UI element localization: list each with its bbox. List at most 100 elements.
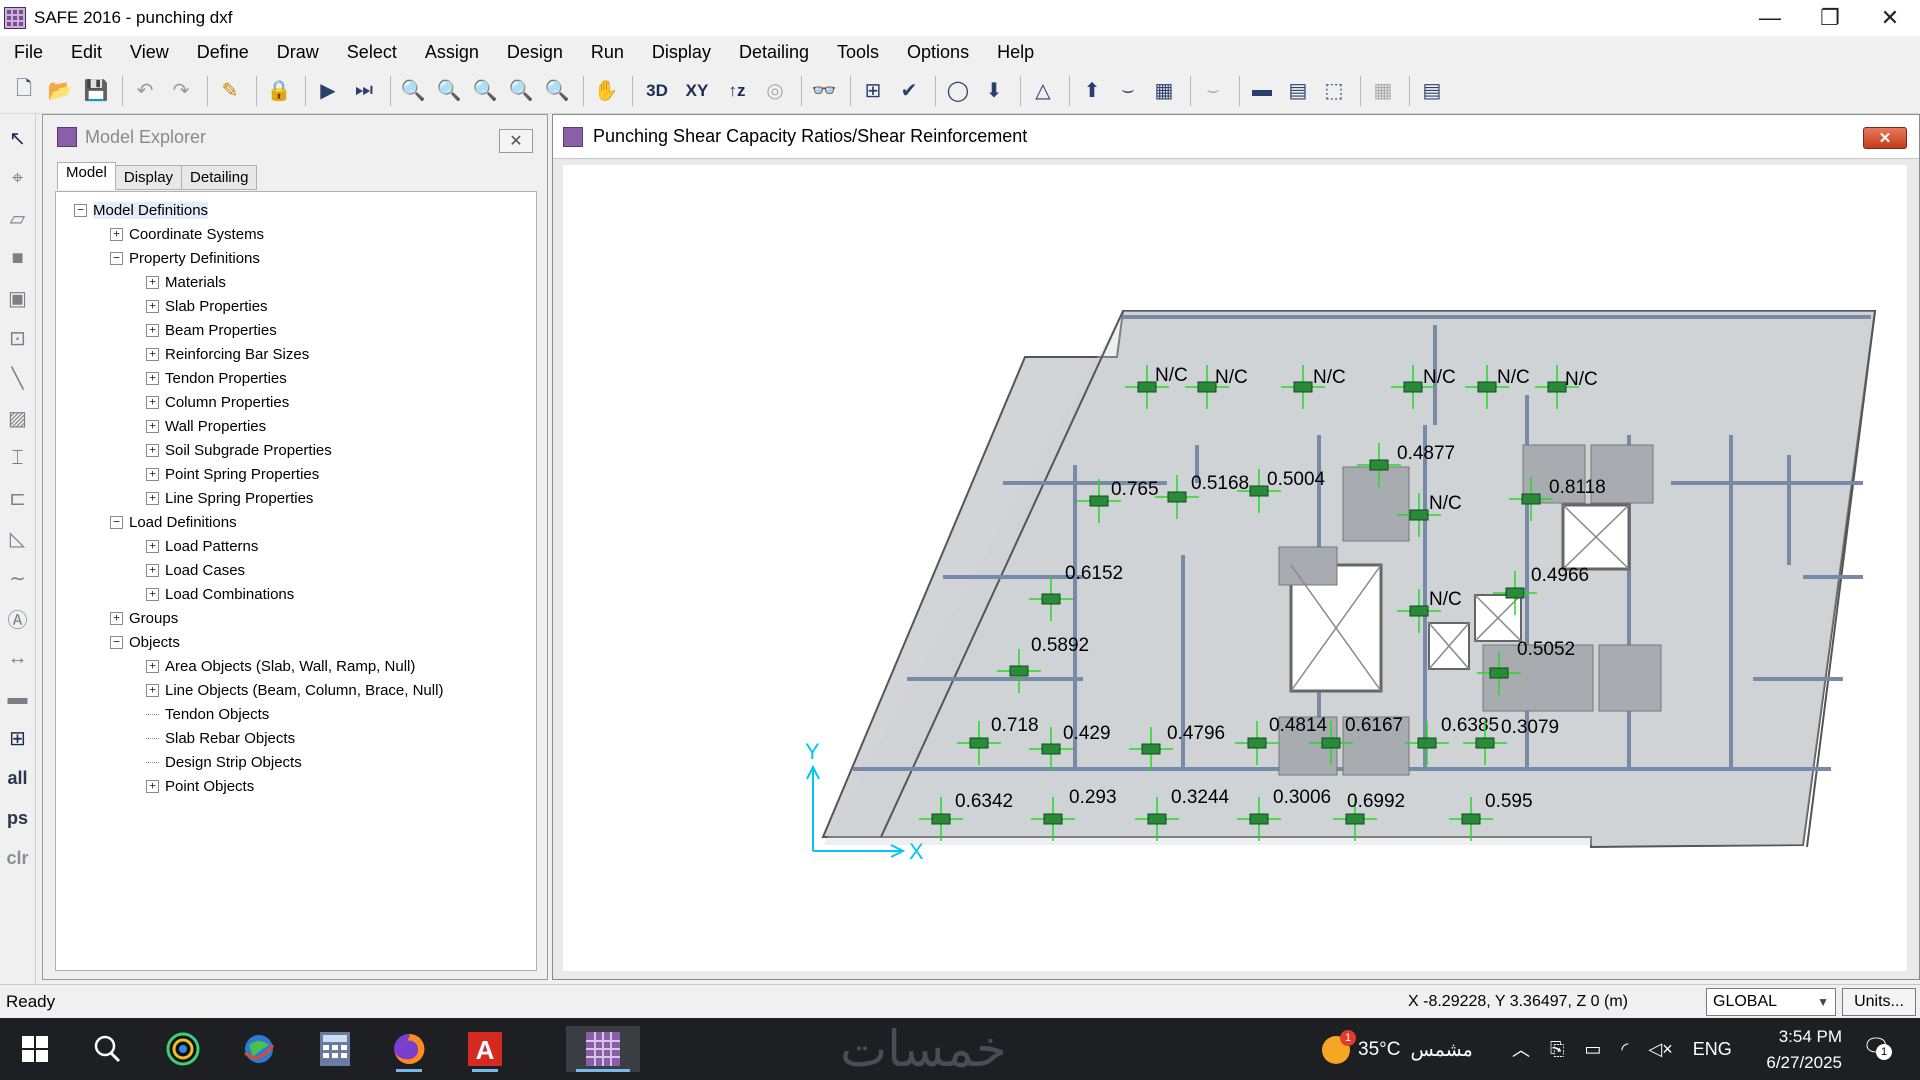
open-file-icon[interactable]: 📂 [44, 75, 76, 107]
tree-node[interactable]: + Point Objects [56, 774, 536, 798]
draw-strip-icon[interactable]: ⊏ [3, 480, 33, 516]
system-clock[interactable]: 3:54 PM 6/27/2025 [1746, 1024, 1842, 1076]
snap-icon[interactable]: ⊞ [3, 720, 33, 756]
show-reactions-icon[interactable]: ⬆ [1076, 75, 1108, 107]
menu-run[interactable]: Run [591, 42, 624, 63]
expand-icon[interactable]: + [146, 395, 159, 409]
draw-ramp-icon[interactable]: ◺ [3, 520, 33, 556]
expand-icon[interactable]: + [146, 683, 159, 697]
draw-beam-icon[interactable]: ⌶ [3, 440, 33, 476]
show-slab-design-icon[interactable]: ▤ [1282, 75, 1314, 107]
tree-node[interactable]: − Objects [56, 630, 536, 654]
tree-node[interactable]: − Property Definitions [56, 246, 536, 270]
safe-taskbar-icon[interactable] [566, 1026, 640, 1072]
select-all-button[interactable]: all [3, 760, 33, 796]
expand-icon[interactable]: + [146, 539, 159, 553]
menu-define[interactable]: Define [197, 42, 249, 63]
expand-icon[interactable]: + [110, 611, 123, 625]
coordinate-system-select[interactable]: GLOBAL ▼ [1706, 988, 1836, 1016]
expand-icon[interactable]: + [146, 371, 159, 385]
tree-node[interactable]: + Point Spring Properties [56, 462, 536, 486]
close-explorer-button[interactable]: ✕ [499, 129, 533, 153]
tree-node[interactable]: + Load Cases [56, 558, 536, 582]
tree-node[interactable]: − Model Definitions [56, 198, 536, 222]
tree-node[interactable]: + Wall Properties [56, 414, 536, 438]
zoom-in-icon[interactable]: 🔍 [505, 75, 537, 107]
view-z-button[interactable]: ↑z [719, 75, 755, 107]
autocad-icon[interactable]: A [462, 1026, 508, 1072]
globe-app-icon[interactable] [236, 1026, 282, 1072]
show-loads-icon[interactable]: ⬇ [978, 75, 1010, 107]
menu-help[interactable]: Help [997, 42, 1034, 63]
draw-area-icon[interactable]: ▱ [3, 200, 33, 236]
expand-icon[interactable]: + [146, 587, 159, 601]
show-undeformed-icon[interactable]: ◯ [942, 75, 974, 107]
draw-wall-icon[interactable]: ▨ [3, 400, 33, 436]
expand-icon[interactable]: + [146, 467, 159, 481]
restore-button[interactable]: ❐ [1800, 0, 1860, 36]
expand-icon[interactable]: + [146, 347, 159, 361]
tree-node[interactable]: + Coordinate Systems [56, 222, 536, 246]
show-punching-icon[interactable]: ⬚ [1318, 75, 1350, 107]
calculator-icon[interactable] [312, 1026, 358, 1072]
tree-node[interactable]: + Load Patterns [56, 534, 536, 558]
tree-node[interactable]: + Area Objects (Slab, Wall, Ramp, Null) [56, 654, 536, 678]
show-forces-icon[interactable]: ⌣ [1112, 75, 1144, 107]
tree-node[interactable]: + Beam Properties [56, 318, 536, 342]
expand-icon[interactable]: + [146, 299, 159, 313]
menu-draw[interactable]: Draw [277, 42, 319, 63]
show-strip-forces-icon[interactable]: ⌣ [1197, 75, 1229, 107]
menu-tools[interactable]: Tools [837, 42, 879, 63]
tree-node[interactable]: + Line Objects (Beam, Column, Brace, Null… [56, 678, 536, 702]
meet-now-icon[interactable]: ⎘ [1550, 1039, 1564, 1060]
expand-icon[interactable]: + [146, 659, 159, 673]
tree-node[interactable]: + Reinforcing Bar Sizes [56, 342, 536, 366]
show-slab-forces-icon[interactable]: ▦ [1148, 75, 1180, 107]
expand-icon[interactable]: + [146, 563, 159, 577]
expand-icon[interactable]: + [146, 419, 159, 433]
tree-node[interactable]: + Slab Properties [56, 294, 536, 318]
minimize-button[interactable]: — [1740, 0, 1800, 36]
tree-node[interactable]: + Soil Subgrade Properties [56, 438, 536, 462]
clear-selection-button[interactable]: clr [3, 840, 33, 876]
check-model-icon[interactable]: ✔ [893, 75, 925, 107]
tree-node[interactable]: − Load Definitions [56, 510, 536, 534]
windows-start-icon[interactable] [12, 1026, 58, 1072]
menu-display[interactable]: Display [652, 42, 711, 63]
draw-quick-area-icon[interactable]: ▣ [3, 280, 33, 316]
previous-selection-button[interactable]: ps [3, 800, 33, 836]
draw-line-icon[interactable]: ╲ [3, 360, 33, 396]
zoom-window-icon[interactable]: 🔍 [397, 75, 429, 107]
expand-icon[interactable]: + [146, 779, 159, 793]
view-xy-button[interactable]: XY [679, 75, 715, 107]
language-indicator[interactable]: ENG [1693, 1039, 1732, 1060]
show-grid-icon[interactable]: ▦ [1367, 75, 1399, 107]
menu-design[interactable]: Design [507, 42, 563, 63]
undo-icon[interactable]: ↶ [129, 75, 161, 107]
expand-icon[interactable]: + [146, 323, 159, 337]
expand-icon[interactable]: + [146, 443, 159, 457]
expand-icon[interactable]: + [110, 227, 123, 241]
zoom-out-icon[interactable]: 🔍 [541, 75, 573, 107]
close-drawing-button[interactable]: ✕ [1863, 127, 1907, 149]
collapse-icon[interactable]: − [110, 635, 123, 649]
rotate-view-icon[interactable]: ◎ [759, 75, 791, 107]
reshape-icon[interactable]: ⌖ [3, 160, 33, 196]
tree-node[interactable]: + Line Spring Properties [56, 486, 536, 510]
collapse-icon[interactable]: − [74, 203, 87, 217]
pencil-icon[interactable]: ✎ [214, 75, 246, 107]
tree-node[interactable]: Tendon Objects [56, 702, 536, 726]
draw-dimension-icon[interactable]: ↔ [3, 640, 33, 676]
tree-node[interactable]: + Column Properties [56, 390, 536, 414]
run-analysis-icon[interactable]: ▶ [312, 75, 344, 107]
save-icon[interactable]: 💾 [80, 75, 112, 107]
show-tables-icon[interactable]: ▤ [1416, 75, 1448, 107]
tree-node[interactable]: Slab Rebar Objects [56, 726, 536, 750]
expand-icon[interactable]: + [146, 491, 159, 505]
volume-icon[interactable]: ◁× [1648, 1039, 1672, 1060]
menu-assign[interactable]: Assign [425, 42, 479, 63]
menu-file[interactable]: File [14, 42, 43, 63]
tab-display[interactable]: Display [114, 165, 183, 190]
lock-icon[interactable]: 🔒 [263, 75, 295, 107]
chevron-up-icon[interactable]: ︿ [1512, 1036, 1530, 1062]
